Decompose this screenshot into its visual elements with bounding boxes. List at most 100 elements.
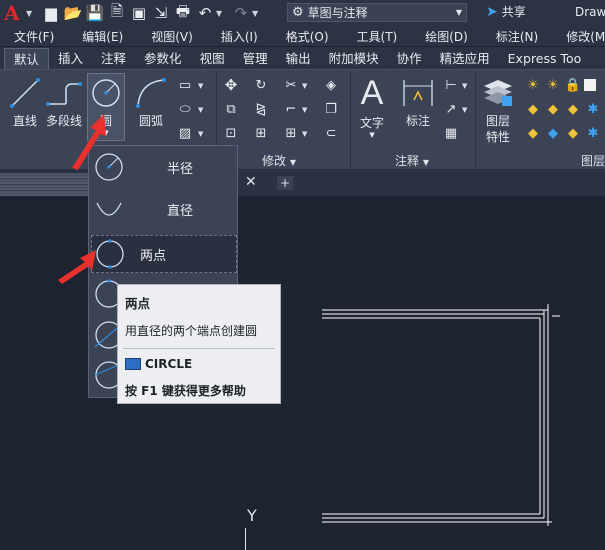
menu-item-8[interactable]: 修改(M) (566, 28, 605, 45)
tab-4[interactable]: 视图 (191, 48, 234, 69)
ellipse-icon[interactable]: ⬭ (176, 100, 194, 118)
tab-6[interactable]: 输出 (277, 48, 320, 69)
tooltip-command-name: CIRCLE (145, 357, 193, 371)
tab-3[interactable]: 参数化 (135, 48, 191, 69)
tab-1[interactable]: 插入 (49, 48, 92, 69)
tab-0[interactable]: 默认 (4, 48, 50, 69)
tab-8[interactable]: 协作 (388, 48, 431, 69)
layer-match-icon[interactable]: ◆ (524, 124, 542, 142)
fillet-chevron-icon[interactable]: ▼ (302, 106, 307, 114)
copy-icon[interactable]: ⧉ (222, 100, 240, 118)
line-button[interactable]: 直线 (8, 76, 42, 129)
web-mobile-icon[interactable]: ▣ (128, 2, 150, 24)
dimension-button[interactable]: 标注 (400, 76, 436, 129)
text-button[interactable]: A 文字 ▼ (360, 74, 384, 139)
tab-7[interactable]: 附加模块 (320, 48, 388, 69)
import-icon[interactable]: ⇲ (150, 2, 172, 24)
undo-icon[interactable]: ↶ (194, 2, 216, 24)
menu-item-2[interactable]: 视图(V) (151, 28, 193, 45)
leader-icon[interactable]: ↗ (442, 100, 460, 118)
tab-5[interactable]: 管理 (234, 48, 277, 69)
new-tab-plus-icon[interactable]: + (277, 176, 293, 190)
linear-dim-icon[interactable]: ⊢ (442, 76, 460, 94)
circle-icon (92, 79, 120, 107)
command-tooltip: 两点 用直径的两个端点创建圆 CIRCLE 按 F1 键获得更多帮助 (117, 284, 281, 404)
tooltip-help: 按 F1 键获得更多帮助 (125, 384, 246, 398)
close-icon[interactable]: ✕ (245, 174, 257, 190)
menu-item-3[interactable]: 插入(I) (221, 28, 258, 45)
erase-icon[interactable]: ◈ (322, 76, 340, 94)
table-icon[interactable]: ▦ (442, 124, 460, 142)
save-icon[interactable]: 💾 (84, 2, 106, 24)
array-chevron-icon[interactable]: ▼ (302, 130, 307, 138)
tab-10[interactable]: Express Too (499, 48, 591, 69)
move-icon[interactable]: ✥ (222, 76, 240, 94)
dropdown-label-center-radius: 半径 (167, 161, 194, 177)
lock-icon[interactable]: 🔒 (564, 76, 582, 94)
redo-icon[interactable]: ↷ (230, 2, 252, 24)
menu-item-7[interactable]: 标注(N) (496, 28, 538, 45)
linear-dim-chevron-icon[interactable]: ▼ (462, 82, 467, 90)
layer-unisolate-icon[interactable]: ✱ (584, 100, 602, 118)
save-as-icon[interactable]: 🗎 (106, 2, 128, 24)
app-menu-chevron-icon[interactable]: ▼ (26, 9, 40, 18)
panel-title-annotation[interactable]: 注释 ▼ (395, 152, 429, 169)
offset-icon[interactable]: ⊂ (322, 124, 340, 142)
layer-off-icon[interactable]: ◆ (544, 100, 562, 118)
app-logo[interactable]: A (4, 1, 26, 25)
layer-properties-button[interactable]: 图层 特性 (482, 76, 514, 145)
tab-9[interactable]: 精选应用 (431, 48, 499, 69)
polyline-icon (46, 82, 82, 106)
menu-item-0[interactable]: 文件(F) (14, 28, 54, 45)
hatch-chevron-icon[interactable]: ▼ (198, 130, 203, 138)
menu-item-1[interactable]: 编辑(E) (82, 28, 123, 45)
scale-icon[interactable]: ⊞ (252, 124, 270, 142)
ellipse-chevron-icon[interactable]: ▼ (198, 106, 203, 114)
rotate-icon[interactable]: ↻ (252, 76, 270, 94)
line-label: 直线 (12, 114, 37, 128)
menu-item-5[interactable]: 工具(T) (357, 28, 398, 45)
print-icon[interactable]: 🖶 (172, 2, 194, 24)
rectangle-chevron-icon[interactable]: ▼ (198, 82, 203, 90)
layer-isolate-icon[interactable]: ◆ (524, 100, 542, 118)
arc-icon (136, 78, 166, 108)
layer-current-icon[interactable]: ◆ (544, 124, 562, 142)
layer-merge-icon[interactable]: ✱ (584, 124, 602, 142)
fillet-icon[interactable]: ⌐ (282, 100, 300, 118)
dropdown-item-two-point[interactable]: 两点 (91, 235, 237, 273)
share-button[interactable]: ➤ 共享 (486, 3, 526, 20)
leader-chevron-icon[interactable]: ▼ (462, 106, 467, 114)
tooltip-command: CIRCLE (125, 357, 273, 371)
layer-stack-icon (484, 80, 512, 106)
undo-chevron-icon[interactable]: ▼ (216, 9, 230, 18)
layer-color-swatch[interactable] (584, 79, 596, 91)
sun-icon[interactable]: ☀ (544, 76, 562, 94)
trim-icon[interactable]: ✂ (282, 76, 300, 94)
panel-title-modify[interactable]: 修改 ▼ (262, 152, 296, 169)
dropdown-item-center-radius[interactable]: 半径 (91, 148, 237, 186)
redo-chevron-icon[interactable]: ▼ (252, 9, 266, 18)
stretch-icon[interactable]: ⊡ (222, 124, 240, 142)
arc-button[interactable]: 圆弧 (134, 76, 168, 129)
workspace-switcher[interactable]: ⚙ 草图与注释 ▼ (287, 3, 467, 22)
mirror-icon[interactable]: ⧎ (252, 100, 270, 118)
ribbon-divider (475, 72, 476, 168)
new-file-icon[interactable]: ▆ (40, 2, 62, 24)
bulb-icon[interactable]: ☀ (524, 76, 542, 94)
ucs-y-axis-line (245, 528, 246, 550)
explode-icon[interactable]: ❐ (322, 100, 340, 118)
array-icon[interactable]: ⊞ (282, 124, 300, 142)
open-folder-icon[interactable]: 📂 (62, 2, 84, 24)
panel-title-layers[interactable]: 图层 (581, 152, 605, 169)
rectangle-icon[interactable]: ▭ (176, 76, 194, 94)
menu-item-6[interactable]: 绘图(D) (425, 28, 468, 45)
document-title: Draw (575, 5, 605, 19)
layer-freeze-icon[interactable]: ◆ (564, 100, 582, 118)
menu-item-4[interactable]: 格式(O) (286, 28, 329, 45)
trim-chevron-icon[interactable]: ▼ (302, 82, 307, 90)
hatch-icon[interactable]: ▨ (176, 124, 194, 142)
text-chevron-icon[interactable]: ▼ (369, 131, 374, 139)
layer-walk-icon[interactable]: ◆ (564, 124, 582, 142)
dropdown-item-center-diameter[interactable]: 直径 (91, 190, 237, 228)
tab-2[interactable]: 注释 (92, 48, 135, 69)
